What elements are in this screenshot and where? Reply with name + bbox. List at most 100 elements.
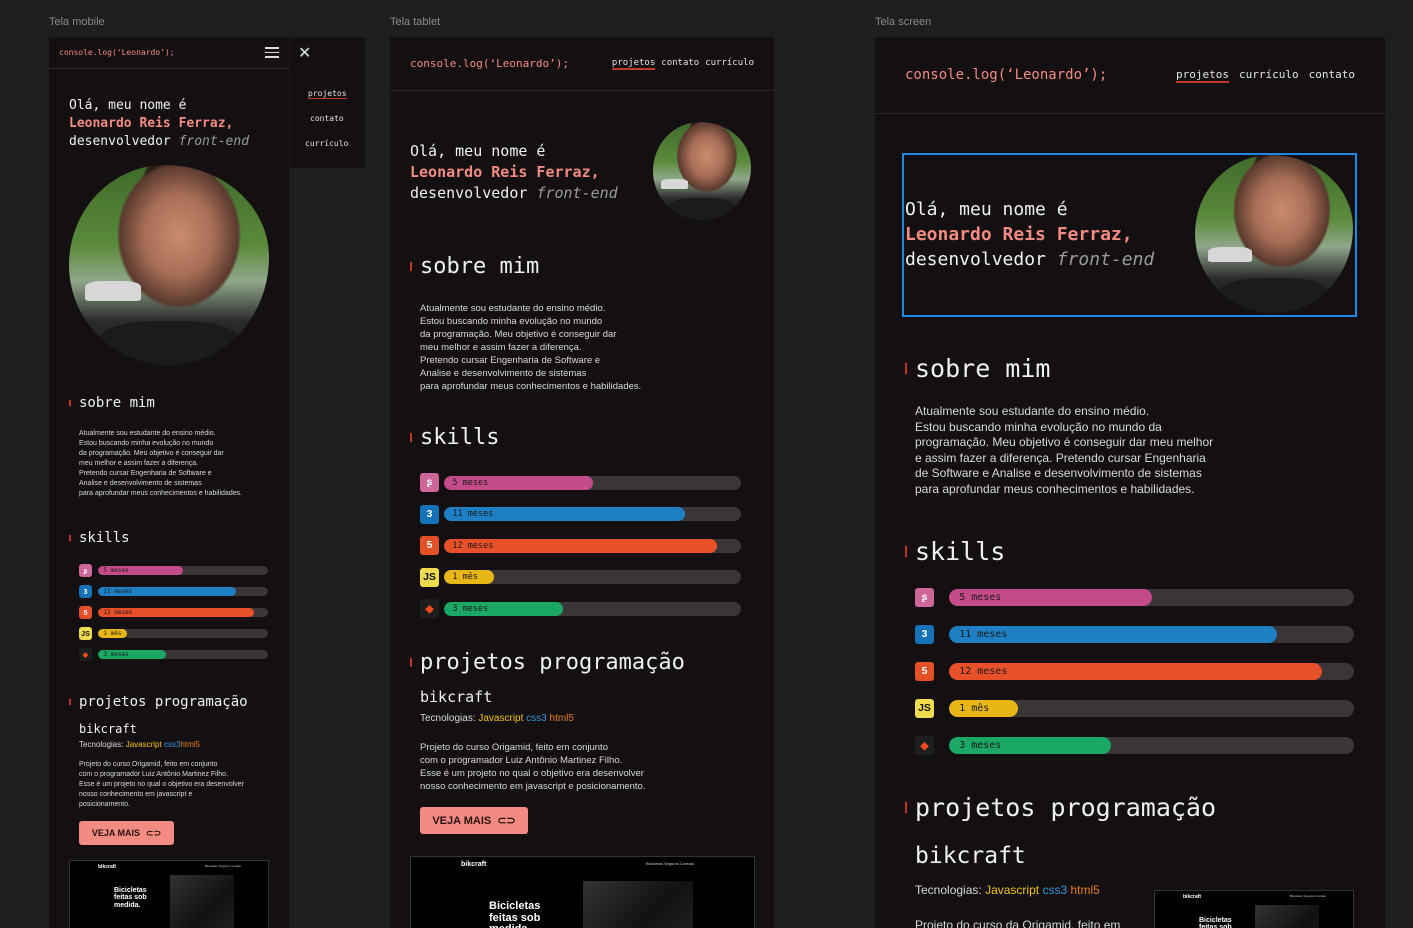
text-line: programação. Meu objetivo é conseguir da… (915, 435, 1214, 450)
projects-title: projetos programação (410, 650, 685, 675)
about-text: Atualmente sou estudante do ensino médio… (79, 429, 242, 499)
skill-row: ʂ 5 meses (79, 564, 268, 577)
skill-progress-fill: 5 meses (949, 589, 1152, 606)
text-line: Pretendo cursar Engenharia de Software e (420, 355, 601, 366)
skill-progress-fill: 11 meses (949, 626, 1278, 643)
text-line: para aprofundar meus conhecimentos e hab… (420, 381, 642, 392)
nav-contato[interactable]: contato (1309, 68, 1355, 83)
project-tech: Tecnologias: Javascript css3 html5 (420, 713, 574, 724)
hero-name: Leonardo Reis Ferraz, (69, 116, 234, 131)
skill-progress-track: 1 mês (98, 629, 268, 638)
text-line: Estou buscando minha evolução no mundo (79, 440, 214, 447)
veja-mais-button[interactable]: VEJA MAIS ⊂⊃ (79, 821, 174, 845)
project-preview[interactable]: bikcraft Bicicletas Seguros Contato Bici… (410, 856, 755, 928)
project-tech: Tecnologias: Javascript css3html5 (79, 740, 200, 749)
sass-icon: ʂ (420, 473, 439, 492)
skill-label: 3 meses (959, 740, 1002, 751)
skill-progress-fill: 11 meses (444, 507, 685, 521)
screen-hero: Olá, meu nome é Leonardo Reis Ferraz, de… (905, 199, 1155, 270)
close-icon[interactable]: ✕ (298, 43, 311, 62)
skill-progress-fill: 12 meses (444, 538, 718, 553)
text-line: de Software e Analise e desenvolvimento … (915, 466, 1202, 481)
skills-title: skills (410, 425, 499, 450)
project-tech: Tecnologias: Javascript css3 html5 (915, 883, 1100, 897)
text-line: Estou buscando minha evolução no mundo (420, 316, 603, 327)
text-line: nosso conhecimento em javascript e (79, 791, 193, 798)
nav-projetos[interactable]: projetos (611, 58, 656, 70)
mobile-frame: console.log(‘Leonardo’); Olá, meu nome é… (49, 37, 289, 928)
tablet-nav: console.log(‘Leonardo’); projetos contat… (390, 37, 774, 91)
skill-progress-track: 1 mês (949, 700, 1354, 717)
css3-icon: 3 (79, 585, 92, 598)
skill-progress-fill: 12 meses (98, 608, 255, 617)
skill-label: 12 meses (103, 609, 133, 616)
skill-row: JS 1 mês (915, 699, 1354, 718)
skill-label: 12 meses (452, 540, 494, 551)
text-line: da programação. Meu objetivo é conseguir… (420, 329, 617, 340)
html5-icon: 5 (915, 662, 934, 681)
skill-row: JS 1 mês (79, 627, 268, 640)
skill-progress-fill: 5 meses (444, 475, 593, 490)
project-preview[interactable]: bikcraft Bicicletas Seguros Contato Bici… (69, 860, 269, 928)
text-line: Projeto do curso Origamid, feito em conj… (420, 742, 608, 753)
text-line: nosso conhecimento em javascript e posic… (420, 781, 646, 792)
text-line: com o programador Luiz Antônio Martinez … (420, 755, 623, 766)
skill-progress-fill: 5 meses (98, 566, 183, 575)
frame-label-mobile: Tela mobile (49, 16, 105, 28)
veja-mais-button[interactable]: VEJA MAIS ⊂⊃ (420, 807, 528, 834)
text-line: meu melhor e assim fazer a diferença. (79, 460, 199, 467)
skill-row: 3 11 meses (79, 585, 268, 598)
frame-label-tablet: Tela tablet (390, 16, 441, 28)
skill-row: ◆ 3 meses (915, 736, 1354, 755)
javascript-icon: JS (420, 567, 439, 587)
skill-row: ʂ 5 meses (915, 588, 1354, 607)
about-text: Atualmente sou estudante do ensino médio… (420, 302, 641, 393)
skill-row: ʂ 5 meses (420, 473, 741, 492)
figma-icon: ◆ (915, 736, 934, 755)
skill-label: 3 meses (103, 651, 129, 658)
about-title: sobre mim (410, 254, 539, 279)
brand-logo[interactable]: console.log(‘Leonardo’); (410, 57, 569, 70)
hero-greeting: Olá, meu nome é (69, 98, 187, 113)
text-line: Projeto do curso Origamid, feito em conj… (79, 761, 218, 768)
html5-icon: 5 (420, 536, 439, 555)
brand-logo[interactable]: console.log(‘Leonardo’); (905, 67, 1107, 83)
project-preview[interactable]: bikcraft Bicicletas Seguros Contato Bici… (1154, 890, 1354, 928)
sass-icon: ʂ (915, 588, 934, 607)
skill-label: 11 meses (103, 588, 133, 595)
about-text: Atualmente sou estudante do ensino médio… (915, 404, 1213, 498)
screen-nav: console.log(‘Leonardo’); projetos curríc… (875, 37, 1385, 114)
skill-progress-track: 3 meses (98, 650, 268, 659)
tablet-frame: console.log(‘Leonardo’); projetos contat… (390, 37, 774, 928)
menu-item-projetos[interactable]: projetos (308, 89, 347, 99)
skill-row: 5 12 meses (79, 606, 268, 619)
project-description: Projeto do curso Origamid, feito em conj… (79, 760, 244, 810)
skill-progress-fill: 3 meses (444, 601, 563, 616)
skill-progress-track: 5 meses (444, 475, 741, 490)
screen-frame: console.log(‘Leonardo’); projetos curríc… (875, 37, 1385, 928)
avatar (69, 165, 269, 365)
text-line: Atualmente sou estudante do ensino médio… (79, 430, 216, 437)
skill-label: 5 meses (103, 567, 129, 574)
skill-label: 1 mês (103, 630, 122, 637)
menu-item-contato[interactable]: contato (310, 114, 344, 123)
nav-projetos[interactable]: projetos (1176, 68, 1230, 83)
skill-progress-fill: 1 mês (444, 570, 495, 584)
nav-contato[interactable]: contato (661, 58, 699, 70)
nav-curriculo[interactable]: currículo (705, 58, 754, 70)
mobile-hero: Olá, meu nome é Leonardo Reis Ferraz, de… (69, 97, 249, 151)
project-description: Projeto do curso Origamid, feito em conj… (420, 741, 645, 793)
about-title: sobre mim (905, 354, 1050, 383)
skill-progress-fill: 1 mês (949, 700, 1018, 717)
hamburger-icon[interactable] (265, 47, 279, 58)
menu-item-curriculo[interactable]: currículo (305, 139, 348, 148)
skill-label: 12 meses (959, 666, 1008, 677)
text-line: Esse é um projeto no qual o objetivo era… (420, 768, 644, 779)
text-line: Analise e desenvolvimento de sistemas (420, 368, 587, 379)
nav-curriculo[interactable]: currículo (1239, 68, 1299, 83)
text-line: Atualmente sou estudante do ensino médio… (420, 303, 606, 314)
javascript-icon: JS (915, 699, 934, 718)
html5-icon: 5 (79, 606, 92, 619)
skill-progress-fill: 1 mês (98, 629, 127, 638)
brand-logo[interactable]: console.log(‘Leonardo’); (59, 48, 175, 57)
